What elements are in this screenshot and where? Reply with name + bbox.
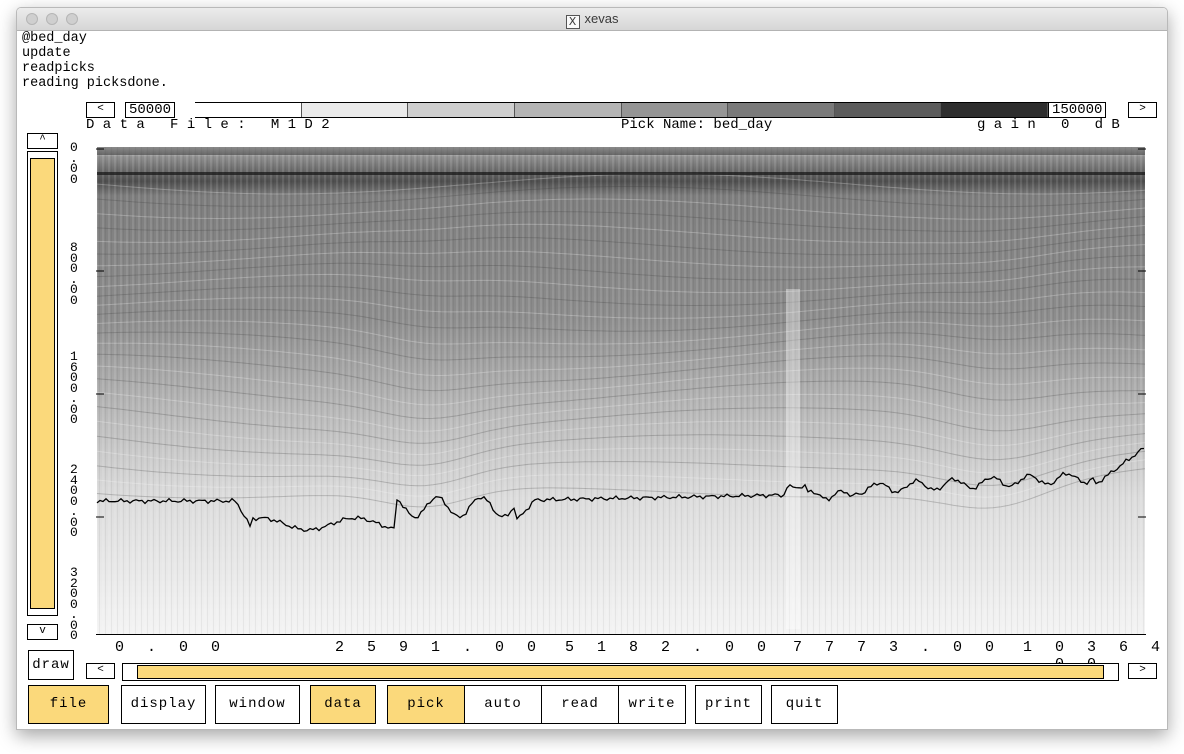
xevas-window: Xxevas @bed_day update readpicks reading… (16, 7, 1168, 730)
console-output: @bed_day update readpicks reading picksd… (22, 31, 168, 91)
console-line: update (22, 46, 71, 61)
y-tick-char: 0 (70, 628, 78, 643)
x-axis-line (96, 634, 1146, 635)
pick-button[interactable]: pick (387, 685, 465, 724)
y-tick-char: 0 (70, 292, 78, 308)
vertical-scroll-thumb[interactable] (30, 158, 55, 609)
auto-button[interactable]: auto (464, 685, 542, 724)
display-button[interactable]: display (121, 685, 206, 724)
x11-icon: X (565, 15, 580, 29)
window-title: xevas (584, 11, 619, 26)
vertical-scrollbar[interactable] (27, 151, 58, 616)
bright-column (786, 289, 800, 629)
write-button[interactable]: write (618, 685, 686, 724)
data-file-label: D a t a F i l e : M 1 D 2 (86, 117, 330, 133)
scale-max-value[interactable]: 150000 (1048, 102, 1107, 118)
file-button[interactable]: file (28, 685, 109, 724)
print-button[interactable]: print (695, 685, 762, 724)
y-tick-char: 0 (70, 412, 78, 427)
scale-left-arrow-button[interactable]: < (86, 102, 115, 118)
radargram-plot[interactable] (96, 139, 1146, 635)
y-tick-char: 0 (70, 171, 78, 187)
horizontal-scroll-thumb[interactable] (137, 665, 1104, 679)
console-line: reading picksdone. (22, 76, 168, 91)
surface-reflection (97, 147, 1145, 155)
window-title-area: Xxevas (17, 11, 1167, 29)
pick-name-label: Pick Name: bed_day (621, 117, 773, 133)
title-bar: Xxevas (17, 8, 1167, 31)
console-line: @bed_day (22, 31, 87, 46)
vscroll-down-button[interactable]: v (27, 624, 58, 640)
surface-reflection (97, 172, 1145, 175)
vscroll-up-button[interactable]: ^ (27, 133, 58, 149)
scale-right-arrow-button[interactable]: > (1128, 102, 1157, 118)
console-line: readpicks (22, 61, 95, 76)
radargram-texture (97, 147, 1145, 635)
gain-label: g a i n 0 d B (977, 117, 1120, 133)
quit-button[interactable]: quit (771, 685, 838, 724)
horizontal-scrollbar[interactable] (122, 663, 1119, 681)
scale-min-value[interactable]: 50000 (125, 102, 176, 118)
hscroll-left-button[interactable]: < (86, 663, 115, 679)
x-tick-label: 0 . 0 0 (115, 639, 228, 656)
draw-button[interactable]: draw (28, 650, 74, 680)
hscroll-right-button[interactable]: > (1128, 663, 1157, 679)
read-button[interactable]: read (541, 685, 619, 724)
x-tick-label: 2 5 9 1 . 0 0 (335, 639, 544, 656)
window-button[interactable]: window (215, 685, 300, 724)
grayscale-colorbar (195, 102, 1048, 118)
x-tick-label: 7 7 7 3 . 0 0 (793, 639, 1002, 656)
x-tick-label: 5 1 8 2 . 0 0 (565, 639, 774, 656)
y-tick-char: 0 (70, 525, 78, 540)
data-button[interactable]: data (310, 685, 376, 724)
